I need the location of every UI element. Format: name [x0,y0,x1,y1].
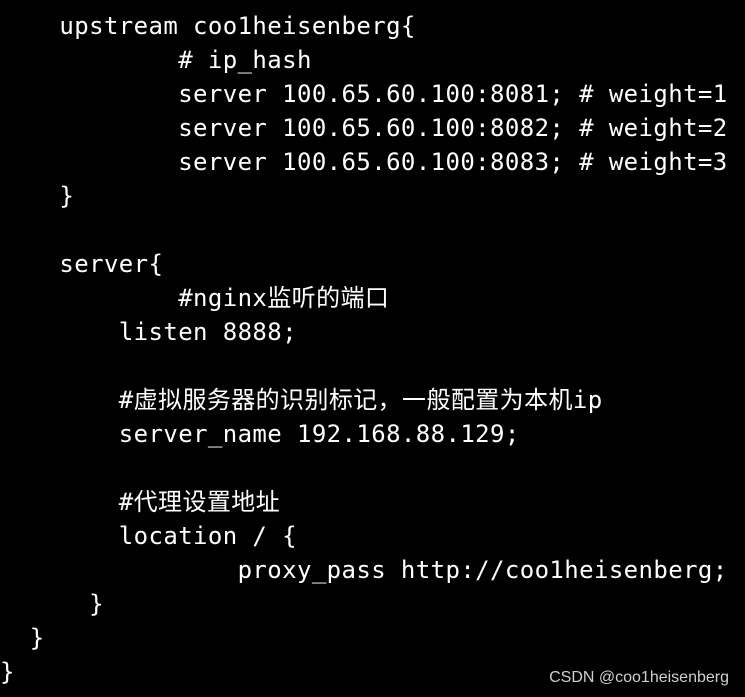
code-line: } [0,658,15,686]
code-line: server 100.65.60.100:8083; # weight=3 [0,148,728,176]
csdn-watermark: CSDN @coo1heisenberg [549,669,729,686]
code-line: } [0,182,75,210]
code-line: proxy_pass http://coo1heisenberg; [0,556,728,584]
code-line: } [0,624,45,652]
code-line: location / { [0,522,297,550]
code-line: server 100.65.60.100:8082; # weight=2 [0,114,728,142]
code-line: server{ [0,250,164,278]
code-line: # ip_hash [0,46,312,74]
code-line: server_name 192.168.88.129; [0,420,520,448]
code-line: #虚拟服务器的识别标记，一般配置为本机ip [0,386,603,414]
code-line: listen 8888; [0,318,297,346]
code-line: #代理设置地址 [0,488,281,516]
code-editor-area: upstream coo1heisenberg{ # ip_hash serve… [0,0,745,697]
code-line: upstream coo1heisenberg{ [0,12,416,40]
code-line: #nginx监听的端口 [0,284,390,312]
code-line: server 100.65.60.100:8081; # weight=1 [0,80,728,108]
code-line: } [0,590,104,618]
